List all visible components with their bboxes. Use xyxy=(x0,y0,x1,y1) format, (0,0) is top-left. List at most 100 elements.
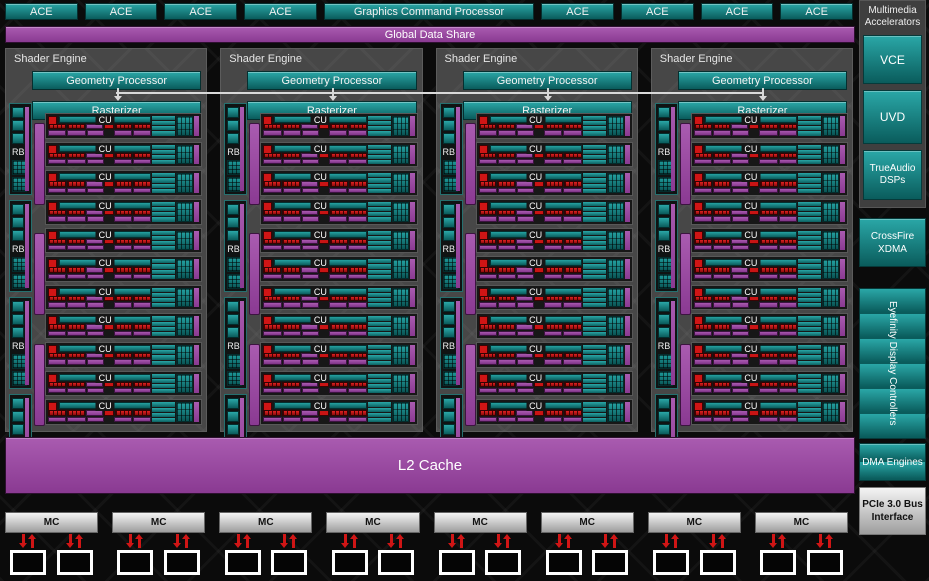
cu-register-row xyxy=(263,388,366,393)
cu-register-block xyxy=(544,159,562,164)
simd-lane-block xyxy=(349,181,367,186)
cu-lds-block xyxy=(517,274,534,279)
cu-spacer xyxy=(535,417,543,422)
cu-register-block xyxy=(779,216,797,221)
cu-texture-bar xyxy=(368,246,391,250)
memory-chip xyxy=(807,550,843,575)
rb-column: RBRBRBRB xyxy=(655,103,678,427)
cu-texture-bar xyxy=(368,332,391,336)
down-arrow-icon xyxy=(819,534,822,543)
cu-scheduler-bar: CU xyxy=(490,288,582,295)
cu-core-area: CU xyxy=(48,259,151,279)
cu-texture-bar xyxy=(798,264,821,268)
rb-buffer-bar xyxy=(240,301,244,385)
simd-lane-block xyxy=(115,267,133,272)
cu-register-block xyxy=(498,245,516,250)
cu-texture-bar xyxy=(583,316,606,320)
rb-cell xyxy=(443,204,455,215)
cu-texture-bar xyxy=(583,131,606,135)
simd-lane-block xyxy=(713,181,731,186)
shader-engine: Shader EngineGeometry ProcessorRasterize… xyxy=(5,48,207,432)
simd-lane-block xyxy=(545,239,563,244)
cu-lds-block xyxy=(732,188,749,193)
cu-texture-bars xyxy=(798,402,821,422)
cu-cache-bar xyxy=(625,316,630,336)
memory-controller: MC xyxy=(648,512,741,533)
cu-register-block xyxy=(713,302,731,307)
cu-texture-bar xyxy=(368,275,391,279)
cu-cache-bar xyxy=(840,116,845,136)
cu-texture-bar xyxy=(152,259,175,263)
rb-cell xyxy=(658,133,670,144)
simd-lane-block xyxy=(760,210,778,215)
compute-unit: CU xyxy=(45,342,202,368)
cu-texture-area xyxy=(583,374,624,394)
cu-scheduler-row: CU xyxy=(263,145,366,152)
simd-lane-block xyxy=(479,210,497,215)
up-arrow-icon xyxy=(506,539,509,548)
cu-scheduler-row: CU xyxy=(263,316,366,323)
cu-texture-bar xyxy=(583,217,606,221)
cu-cache-bar xyxy=(194,259,199,279)
cu-texture-bar xyxy=(152,345,175,349)
cu-scheduler-bar: CU xyxy=(274,202,366,209)
memory-chip xyxy=(332,550,368,575)
simd-lane-block xyxy=(115,353,133,358)
cu-register-block xyxy=(779,331,797,336)
memory-chip-unit xyxy=(546,550,582,575)
rb-block: RB xyxy=(655,200,678,292)
cu-core-area: CU xyxy=(48,316,151,336)
cu-texture-bar xyxy=(368,298,391,302)
cu-texture-bar xyxy=(368,160,391,164)
memory-bus-arrows xyxy=(176,534,188,549)
simd-lane-block xyxy=(115,296,133,301)
cu-register-block xyxy=(544,302,562,307)
cu-register-block xyxy=(694,274,712,279)
cu-register-block xyxy=(498,388,516,393)
cu-texture-bar xyxy=(152,332,175,336)
cu-cache-bar xyxy=(410,374,415,394)
cu-texture-bar xyxy=(583,322,606,326)
cu-register-row xyxy=(48,245,151,250)
cu-texture-bar xyxy=(368,145,391,149)
cu-texture-bar xyxy=(583,184,606,188)
cu-register-block xyxy=(67,417,85,422)
compute-unit: CU xyxy=(476,371,633,397)
cu-texture-bars xyxy=(152,202,175,222)
cu-register-block xyxy=(563,417,581,422)
down-arrow-icon xyxy=(237,534,240,543)
simd-lane-block xyxy=(349,239,367,244)
simd-lane-block xyxy=(48,296,66,301)
simd-lane-block xyxy=(48,324,66,329)
cu-texture-bars xyxy=(583,259,606,279)
cu-texture-bar xyxy=(152,126,175,130)
simd-lane-block xyxy=(713,153,731,158)
rb-cell xyxy=(658,398,670,409)
cu-scheduler-bar: CU xyxy=(705,374,797,381)
cu-texture-bars xyxy=(798,316,821,336)
rb-label: RB xyxy=(443,147,456,157)
cu-label: CU xyxy=(526,401,545,411)
cu-texture-bars xyxy=(152,231,175,251)
cu-spacer xyxy=(320,159,328,164)
simd-lane-block xyxy=(479,239,497,244)
compute-unit: CU xyxy=(691,342,848,368)
cu-texture-bar xyxy=(583,212,606,216)
ace-box: ACE xyxy=(701,3,774,20)
compute-unit: CU xyxy=(691,313,848,339)
cu-texture-bar xyxy=(798,184,821,188)
simd-lane-block xyxy=(479,410,497,415)
memory-chip-unit xyxy=(439,550,475,575)
cu-register-block xyxy=(114,245,132,250)
cu-register-block xyxy=(348,130,366,135)
simd-lane-block xyxy=(263,353,281,358)
cu-texture-bar xyxy=(368,322,391,326)
shared-cache-column xyxy=(465,113,474,425)
cu-register-block xyxy=(48,417,66,422)
cu-cache-bar xyxy=(840,259,845,279)
cu-texture-grid xyxy=(176,202,193,222)
cu-texture-bars xyxy=(798,374,821,394)
cu-register-row xyxy=(479,274,582,279)
cu-spacer xyxy=(535,359,543,364)
cu-spacer xyxy=(105,188,113,193)
